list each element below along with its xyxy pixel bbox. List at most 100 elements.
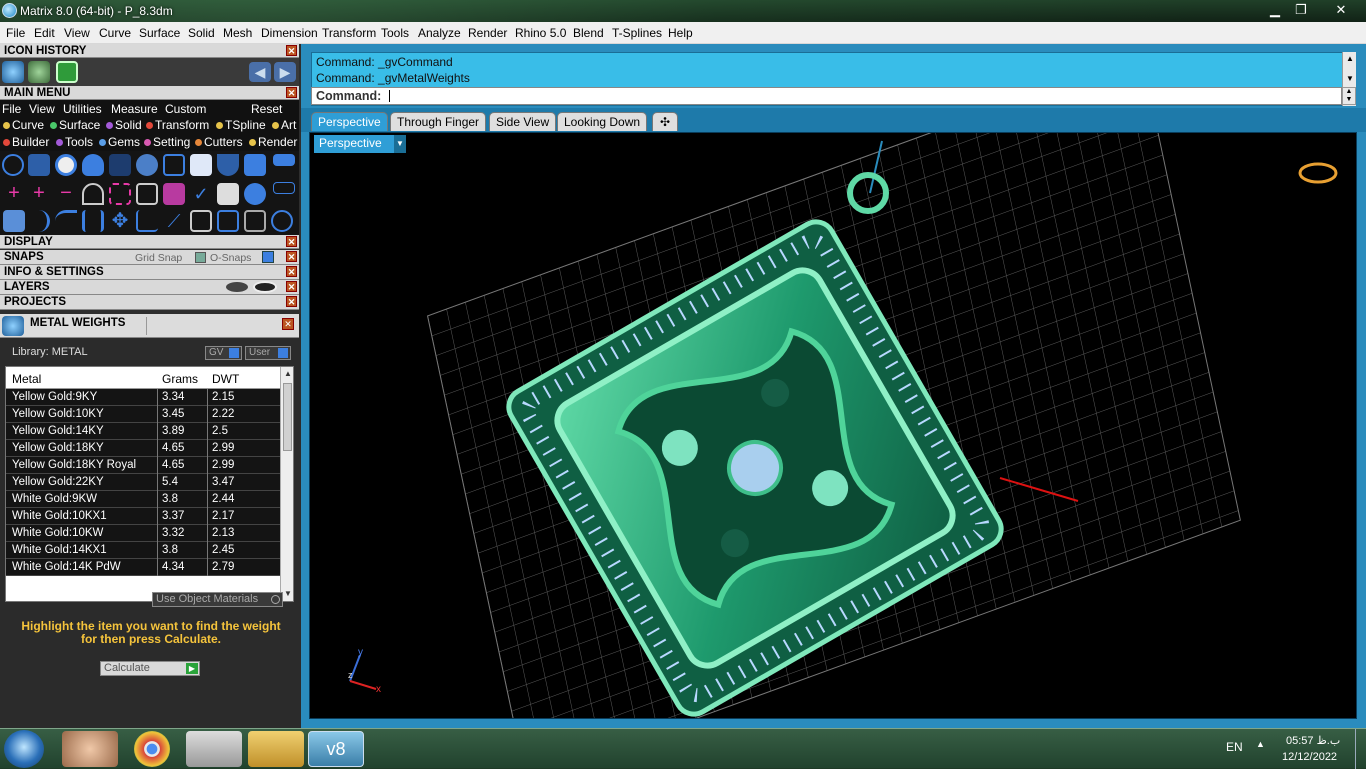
tool-setting[interactable]: Setting <box>144 135 190 149</box>
calculate-button[interactable]: Calculate ▶ <box>100 661 200 676</box>
layers-header[interactable]: LAYERS ✕ <box>0 280 299 295</box>
grid-icon[interactable] <box>56 61 78 83</box>
forward-arrow-icon[interactable]: ▶ <box>274 62 296 82</box>
back-arrow-icon[interactable]: ◀ <box>249 62 271 82</box>
clock-time[interactable]: 05:57 ب.ظ <box>1286 734 1340 747</box>
viewport-canvas[interactable]: y x z <box>310 133 1357 719</box>
projects-header[interactable]: PROJECTS ✕ <box>0 295 299 310</box>
mm-reset[interactable]: Reset <box>251 102 282 116</box>
table-row[interactable]: White Gold:10KW 3.32 2.13 <box>6 525 293 542</box>
table-row[interactable]: Yellow Gold:10KY 3.45 2.22 <box>6 406 293 423</box>
col-metal[interactable]: Metal <box>12 372 41 386</box>
use-object-materials-field[interactable]: Use Object Materials <box>152 592 283 607</box>
table-scrollbar[interactable]: ▲ ▼ <box>280 367 293 601</box>
check-icon[interactable]: ✓ <box>190 183 212 205</box>
remove-point-icon[interactable]: − <box>55 183 77 205</box>
pattern-icon[interactable] <box>163 183 185 205</box>
tool-cutters[interactable]: Cutters <box>195 135 243 149</box>
mm-view[interactable]: View <box>29 102 55 116</box>
tool-art[interactable]: Art <box>272 118 296 132</box>
close-icon[interactable]: ✕ <box>282 318 294 330</box>
paint-app-icon[interactable] <box>62 731 118 767</box>
tab-perspective[interactable]: Perspective <box>311 112 388 131</box>
scroll-up-icon[interactable]: ▲ <box>284 369 292 378</box>
pave-icon[interactable] <box>136 154 158 176</box>
user-toggle[interactable]: User <box>245 346 291 360</box>
mm-file[interactable]: File <box>2 102 21 116</box>
mm-custom[interactable]: Custom <box>165 102 206 116</box>
tab-through-finger[interactable]: Through Finger <box>390 112 487 131</box>
main-menu-header[interactable]: MAIN MENU ✕ <box>0 86 299 100</box>
tool-tspline[interactable]: TSpline <box>216 118 266 132</box>
menu-file[interactable]: File <box>6 26 25 40</box>
sphere-icon[interactable] <box>244 183 266 205</box>
measure-icon[interactable] <box>217 183 239 205</box>
language-indicator[interactable]: EN <box>1226 740 1243 754</box>
menu-dimension[interactable]: Dimension <box>261 26 318 40</box>
tab-side-view[interactable]: Side View <box>489 112 557 131</box>
scroll-down-icon[interactable]: ▼ <box>284 589 292 598</box>
expand-icon[interactable] <box>273 154 295 166</box>
ring-icon[interactable] <box>55 154 77 176</box>
add-grid-icon[interactable]: + <box>28 183 50 205</box>
menu-blend[interactable]: Blend <box>573 26 604 40</box>
osnaps-toggle[interactable] <box>262 251 274 263</box>
curve-tool-icon[interactable] <box>28 61 50 83</box>
arc-icon[interactable] <box>82 183 104 205</box>
minimize-button[interactable]: ▁ <box>1262 1 1288 19</box>
mm-utilities[interactable]: Utilities <box>63 102 102 116</box>
chrome-app-icon[interactable] <box>134 731 170 767</box>
menu-solid[interactable]: Solid <box>188 26 215 40</box>
menu-curve[interactable]: Curve <box>99 26 131 40</box>
rotate-icon[interactable] <box>28 210 50 232</box>
calculator-app-icon[interactable] <box>186 731 242 767</box>
menu-rhino[interactable]: Rhino 5.0 <box>515 26 566 40</box>
matrix-app-icon[interactable] <box>2 3 17 18</box>
close-icon[interactable]: ✕ <box>286 266 297 277</box>
menu-help[interactable]: Help <box>668 26 693 40</box>
menu-view[interactable]: View <box>64 26 90 40</box>
tool-gems[interactable]: Gems <box>99 135 140 149</box>
viewport-view-selector[interactable]: Perspective ▼ <box>314 135 406 153</box>
tool-curve[interactable]: Curve <box>3 118 44 132</box>
tool-render[interactable]: Render <box>249 135 297 149</box>
table-row[interactable]: White Gold:10KX1 3.37 2.17 <box>6 508 293 525</box>
col-grams[interactable]: Grams <box>162 372 198 386</box>
close-icon[interactable]: ✕ <box>286 281 297 292</box>
navigation-ring-icon[interactable] <box>1298 162 1338 184</box>
tool-tools[interactable]: Tools <box>56 135 93 149</box>
table-row[interactable]: White Gold:14KX1 3.8 2.45 <box>6 542 293 559</box>
add-point-icon[interactable]: + <box>3 183 25 205</box>
twist-icon[interactable] <box>244 154 266 176</box>
tab-looking-down[interactable]: Looking Down <box>557 112 648 131</box>
scroll-up-icon[interactable]: ▲ <box>1346 54 1354 63</box>
join-icon[interactable] <box>217 210 239 232</box>
tool-builder[interactable]: Builder <box>3 135 49 149</box>
clock-date[interactable]: 12/12/2022 <box>1282 751 1337 763</box>
table-row[interactable]: Yellow Gold:9KY 3.34 2.15 <box>6 389 293 406</box>
collapse-icon[interactable] <box>273 182 295 194</box>
scroll-down-icon[interactable]: ▼ <box>1346 74 1354 83</box>
command-input[interactable]: Command: <box>311 87 1342 105</box>
close-button[interactable]: ✕ <box>1326 1 1356 19</box>
menu-tools[interactable]: Tools <box>381 26 409 40</box>
orbit-icon[interactable] <box>271 210 293 232</box>
command-spinner[interactable]: ▲ ▼ <box>1342 87 1356 105</box>
matrix-taskbar-icon[interactable]: v8 <box>308 731 364 767</box>
maximize-button[interactable]: ❐ <box>1288 1 1314 19</box>
osnaps-label[interactable]: O-Snaps <box>210 251 251 265</box>
show-desktop-button[interactable] <box>1355 729 1366 769</box>
bend-icon[interactable] <box>55 210 77 232</box>
grid-snap-toggle[interactable] <box>195 252 206 263</box>
select-icon[interactable] <box>109 183 131 205</box>
circle-icon[interactable] <box>2 154 24 176</box>
table-row[interactable]: Yellow Gold:18KY Royal 4.65 2.99 <box>6 457 293 474</box>
grid-snap-label[interactable]: Grid Snap <box>135 251 182 265</box>
scale-icon[interactable] <box>136 210 158 232</box>
table-row[interactable]: Yellow Gold:22KY 5.4 3.47 <box>6 474 293 491</box>
menu-surface[interactable]: Surface <box>139 26 180 40</box>
close-icon[interactable]: ✕ <box>286 296 297 307</box>
icon-history-header[interactable]: ICON HISTORY ✕ <box>0 44 299 58</box>
bezel-icon[interactable] <box>82 154 104 176</box>
play-icon[interactable]: ▶ <box>186 663 198 674</box>
